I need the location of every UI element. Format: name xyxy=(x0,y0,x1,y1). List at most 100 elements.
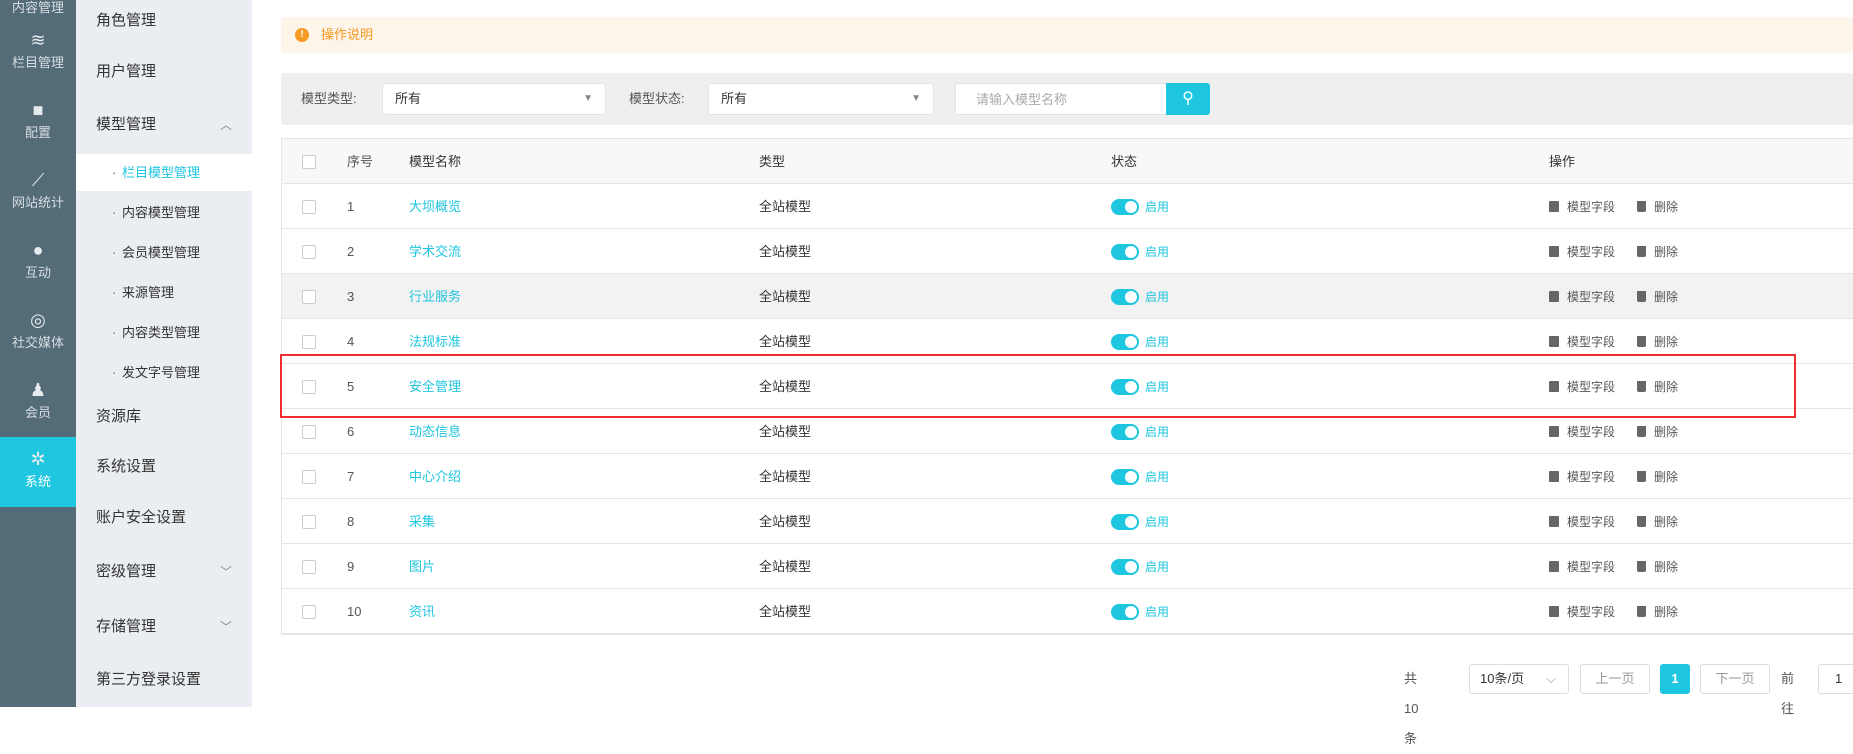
status-toggle[interactable] xyxy=(1111,288,1139,305)
nav-item-1[interactable]: ■ 配置 xyxy=(0,88,76,158)
submenu-subitem-1[interactable]: 内容模型管理 xyxy=(76,194,252,231)
status-toggle[interactable] xyxy=(1111,603,1139,620)
submenu-item-6[interactable]: 密级管理 ﹀ xyxy=(76,552,252,592)
model-name-link[interactable]: 学术交流 xyxy=(409,229,461,274)
model-fields-button[interactable]: 模型字段 xyxy=(1549,200,1615,214)
delete-button[interactable]: 删除 xyxy=(1637,560,1678,574)
submenu-item-4[interactable]: 系统设置 xyxy=(76,447,252,487)
row-checkbox[interactable] xyxy=(302,560,316,574)
model-name-link[interactable]: 中心介绍 xyxy=(409,454,461,499)
model-fields-button[interactable]: 模型字段 xyxy=(1549,605,1615,619)
row-checkbox[interactable] xyxy=(302,515,316,529)
caret-down-icon: ▼ xyxy=(911,93,921,104)
book-icon xyxy=(1549,606,1559,618)
model-fields-button[interactable]: 模型字段 xyxy=(1549,470,1615,484)
subitem-label: 内容模型管理 xyxy=(122,205,201,220)
page-size-select[interactable]: 10条/页 ⌵ xyxy=(1469,664,1569,694)
model-fields-button[interactable]: 模型字段 xyxy=(1549,335,1615,349)
book-icon xyxy=(1549,246,1559,258)
table-row: 10 资讯 全站模型 启用 模型字段 删除 xyxy=(282,589,1853,634)
select-all-checkbox[interactable] xyxy=(302,155,316,169)
submenu: 角色管理用户管理模型管理 ︿ 资源库系统设置账户安全设置密级管理 ﹀ 存储管理 ﹀ 第三方登… xyxy=(76,0,252,707)
model-name-link[interactable]: 大坝概览 xyxy=(409,184,461,229)
delete-button[interactable]: 删除 xyxy=(1637,245,1678,259)
submenu-label: 存储管理 xyxy=(96,618,157,635)
highlight-box xyxy=(280,354,1796,418)
nav-item-6[interactable]: ✲ 系统 xyxy=(0,437,76,507)
submenu-item-8[interactable]: 第三方登录设置 xyxy=(76,660,252,700)
status-toggle[interactable] xyxy=(1111,558,1139,575)
submenu-subitem-4[interactable]: 内容类型管理 xyxy=(76,314,252,351)
delete-button[interactable]: 删除 xyxy=(1637,200,1678,214)
model-name-link[interactable]: 采集 xyxy=(409,499,435,544)
delete-button[interactable]: 删除 xyxy=(1637,335,1678,349)
model-fields-button[interactable]: 模型字段 xyxy=(1549,560,1615,574)
model-fields-label: 模型字段 xyxy=(1567,290,1616,304)
model-name-link[interactable]: 图片 xyxy=(409,544,435,589)
nav-item-content[interactable]: 内容管理 xyxy=(0,0,76,18)
model-fields-button[interactable]: 模型字段 xyxy=(1549,290,1615,304)
layers-icon: ≋ xyxy=(30,30,46,50)
submenu-item-7[interactable]: 存储管理 ﹀ xyxy=(76,607,252,647)
table-row: 1 大坝概览 全站模型 启用 模型字段 删除 xyxy=(282,184,1853,229)
next-page-button[interactable]: 下一页 xyxy=(1700,664,1770,694)
type-select[interactable]: 所有 ▼ xyxy=(382,83,606,115)
header-status: 状态 xyxy=(1111,154,1138,169)
row-checkbox[interactable] xyxy=(302,200,316,214)
status-toggle[interactable] xyxy=(1111,333,1139,350)
row-checkbox[interactable] xyxy=(302,290,316,304)
row-checkbox[interactable] xyxy=(302,245,316,259)
nav-item-0[interactable]: ≋ 栏目管理 xyxy=(0,18,76,88)
status-select[interactable]: 所有 ▼ xyxy=(708,83,934,115)
row-checkbox[interactable] xyxy=(302,470,316,484)
row-checkbox[interactable] xyxy=(302,425,316,439)
delete-button[interactable]: 删除 xyxy=(1637,470,1678,484)
model-name-link[interactable]: 资讯 xyxy=(409,589,435,634)
submenu-item-0[interactable]: 角色管理 xyxy=(76,1,252,41)
table-row: 8 采集 全站模型 启用 模型字段 删除 xyxy=(282,499,1853,544)
submenu-item-5[interactable]: 账户安全设置 xyxy=(76,498,252,538)
nav-item-5[interactable]: ♟ 会员 xyxy=(0,368,76,438)
submenu-subitem-3[interactable]: 来源管理 xyxy=(76,274,252,311)
status-toggle[interactable] xyxy=(1111,513,1139,530)
submenu-subitem-0[interactable]: 栏目模型管理 xyxy=(76,154,252,191)
status-toggle[interactable] xyxy=(1111,198,1139,215)
submenu-item-3[interactable]: 资源库 xyxy=(76,397,252,437)
delete-button[interactable]: 删除 xyxy=(1637,425,1678,439)
nav-label: 系统 xyxy=(24,474,51,489)
model-fields-button[interactable]: 模型字段 xyxy=(1549,515,1615,529)
delete-button[interactable]: 删除 xyxy=(1637,605,1678,619)
notice-text[interactable]: 操作说明 xyxy=(321,27,373,42)
status-toggle[interactable] xyxy=(1111,243,1139,260)
model-fields-button[interactable]: 模型字段 xyxy=(1549,425,1615,439)
status-toggle[interactable] xyxy=(1111,423,1139,440)
row-checkbox[interactable] xyxy=(302,605,316,619)
submenu-item-2[interactable]: 模型管理 ︿ xyxy=(76,105,252,145)
notice-bar: ! 操作说明 xyxy=(281,17,1853,53)
submenu-subitem-5[interactable]: 发文字号管理 xyxy=(76,354,252,391)
table-row: 2 学术交流 全站模型 启用 模型字段 删除 xyxy=(282,229,1853,274)
page-1-button[interactable]: 1 xyxy=(1660,664,1690,694)
model-fields-button[interactable]: 模型字段 xyxy=(1549,245,1615,259)
model-name-link[interactable]: 行业服务 xyxy=(409,274,461,319)
prev-page-button[interactable]: 上一页 xyxy=(1580,664,1650,694)
model-type: 全站模型 xyxy=(759,514,812,529)
row-checkbox[interactable] xyxy=(302,335,316,349)
goto-input[interactable]: 1 xyxy=(1818,664,1853,694)
model-fields-label: 模型字段 xyxy=(1567,425,1616,439)
book-icon xyxy=(1549,336,1559,348)
page-size-value: 10条/页 xyxy=(1480,671,1525,686)
search-input[interactable] xyxy=(955,83,1167,115)
type-label: 模型类型: xyxy=(301,91,357,106)
nav-item-4[interactable]: ◎ 社交媒体 xyxy=(0,298,76,368)
submenu-subitem-2[interactable]: 会员模型管理 xyxy=(76,234,252,271)
submenu-label: 账户安全设置 xyxy=(96,509,187,526)
status-toggle[interactable] xyxy=(1111,468,1139,485)
submenu-item-1[interactable]: 用户管理 xyxy=(76,52,252,92)
delete-button[interactable]: 删除 xyxy=(1637,290,1678,304)
delete-button[interactable]: 删除 xyxy=(1637,515,1678,529)
search-button[interactable]: ⚲ xyxy=(1166,83,1210,115)
caret-down-icon: ▼ xyxy=(583,93,593,104)
nav-item-3[interactable]: ● 互动 xyxy=(0,228,76,298)
nav-item-2[interactable]: ⟋ 网站统计 xyxy=(0,158,76,228)
